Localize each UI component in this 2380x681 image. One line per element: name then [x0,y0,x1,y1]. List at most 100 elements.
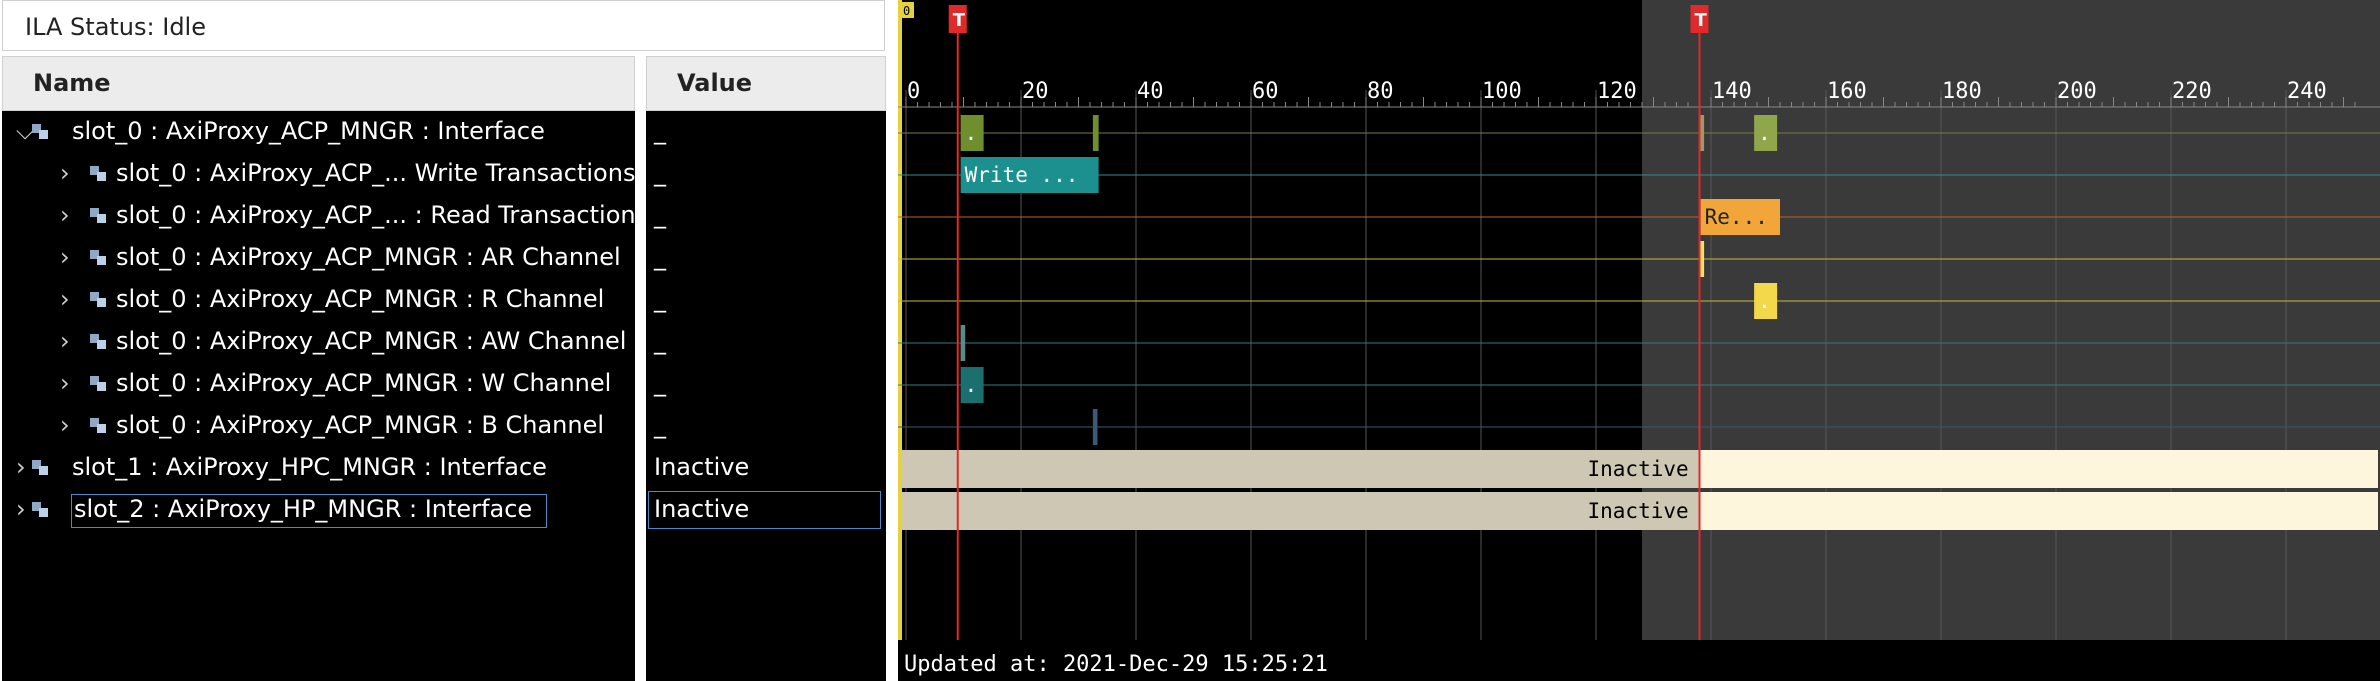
inactive-bar-post [1699,492,2378,530]
transaction-label: . [1758,121,1771,145]
time-tick-label: 100 [1482,79,1522,104]
time-tick-label: 0 [907,79,920,104]
interface-icon [90,250,108,266]
chevron-right-icon[interactable]: › [60,201,70,229]
value-cell: _ [646,363,886,405]
value-text: _ [654,117,666,145]
column-splitter[interactable] [635,56,646,681]
time-tick-label: 220 [2172,79,2212,104]
tree-row-label: slot_0 : AxiProxy_ACP_MNGR : AW Channel [116,327,627,355]
origin-strip [898,0,902,640]
ila-status-text: ILA Status: Idle [25,13,206,41]
value-cell: _ [646,405,886,447]
time-tick-label: 160 [1827,79,1867,104]
tree-row-label: slot_0 : AxiProxy_ACP_... Write Transact… [116,159,635,187]
name-column-header[interactable]: Name [2,56,635,111]
name-column-label: Name [33,69,111,97]
time-tick-label: 200 [2057,79,2097,104]
interface-icon [90,292,108,308]
interface-icon [90,334,108,350]
tree-row[interactable]: › slot_0 : AxiProxy_ACP_MNGR : R Channel [2,279,635,321]
chevron-right-icon[interactable]: › [16,495,26,523]
value-text: Inactive [654,495,750,523]
waveform-canvas[interactable]: 0 0 20 40 60 80 100 120 140 160 180 200 220 240. . Writ… [898,0,2380,681]
value-text: _ [654,369,666,397]
transaction-label: . [965,121,978,145]
tree-row[interactable]: › slot_1 : AxiProxy_HPC_MNGR : Interface [2,447,635,489]
tree-row-label: slot_0 : AxiProxy_ACP_MNGR : B Channel [116,411,605,439]
waveform-panel[interactable]: 0 0 20 40 60 80 100 120 140 160 180 200 220 240.. Writ… [898,0,2380,681]
trigger-marker-label: T [953,10,966,31]
interface-icon [32,460,50,476]
chevron-right-icon[interactable]: › [60,159,70,187]
ila-status-bar: ILA Status: Idle [2,0,885,51]
transaction-label: . [1758,289,1771,313]
value-column-header[interactable]: Value [646,56,886,111]
signal-values: _ _ _ _ _ _ _ _ Inactive Inactive [646,111,886,681]
transaction-bar [1092,409,1098,445]
tree-row-label: slot_0 : AxiProxy_ACP_MNGR : AR Channel [116,243,621,271]
value-cell: _ [646,237,886,279]
time-tick-label: 40 [1137,79,1164,104]
tree-row[interactable]: › slot_2 : AxiProxy_HP_MNGR : Interface [2,489,635,531]
time-tick-label: 80 [1367,79,1394,104]
signal-panel: ILA Status: Idle Name Value ⌵ slot_0 : Ax… [0,0,890,681]
value-cell: _ [646,195,886,237]
value-cell: _ [646,279,886,321]
time-tick-label: 120 [1597,79,1637,104]
value-text: _ [654,243,666,271]
tree-row-label: slot_0 : AxiProxy_ACP_MNGR : Interface [72,117,545,145]
value-column-label: Value [677,69,753,97]
tree-row-label: slot_0 : AxiProxy_ACP_MNGR : R Channel [116,285,605,313]
tree-row[interactable]: › slot_0 : AxiProxy_ACP_MNGR : AR Channel [2,237,635,279]
chevron-right-icon[interactable]: › [16,453,26,481]
interface-icon [32,502,50,518]
tree-row-label: slot_0 : AxiProxy_ACP_MNGR : W Channel [116,369,612,397]
post-trigger-shade [1642,0,2380,640]
tree-row-label: slot_0 : AxiProxy_ACP_... : Read Transac… [116,201,635,229]
tree-row[interactable]: › slot_0 : AxiProxy_ACP_... Write Transac… [2,153,635,195]
tree-row[interactable]: › slot_0 : AxiProxy_ACP_MNGR : W Channel [2,363,635,405]
interface-icon [90,376,108,392]
tree-row[interactable]: › slot_0 : AxiProxy_ACP_MNGR : B Channel [2,405,635,447]
inactive-bar-post [1699,450,2378,488]
interface-icon [32,124,50,140]
updated-timestamp: Updated at: 2021-Dec-29 15:25:21 [904,652,1328,677]
value-cell: Inactive [646,447,886,489]
tree-row-label: slot_1 : AxiProxy_HPC_MNGR : Interface [72,453,547,481]
interface-icon [90,418,108,434]
chevron-right-icon[interactable]: › [60,369,70,397]
value-cell: _ [646,111,886,153]
value-cell: _ [646,321,886,363]
inactive-bar [901,492,1700,530]
value-text: _ [654,201,666,229]
value-text: _ [654,159,666,187]
time-tick-label: 240 [2287,79,2327,104]
chevron-right-icon[interactable]: › [60,411,70,439]
transaction-label: Write ... [965,163,1079,187]
value-text: _ [654,285,666,313]
inactive-label: Inactive [1588,499,1689,523]
transaction-bar [1092,115,1099,151]
chevron-right-icon[interactable]: › [60,327,70,355]
tree-row-label: slot_2 : AxiProxy_HP_MNGR : Interface [70,494,548,528]
chevron-right-icon[interactable]: › [60,243,70,271]
value-text: _ [654,327,666,355]
inactive-bar [901,450,1700,488]
value-cell: _ [646,153,886,195]
tree-row[interactable]: › slot_0 : AxiProxy_ACP_... : Read Transa… [2,195,635,237]
transaction-label: Re... [1705,205,1768,229]
transaction-label: . [965,373,978,397]
tree-row[interactable]: › slot_0 : AxiProxy_ACP_MNGR : AW Channel [2,321,635,363]
value-text: Inactive [654,453,750,481]
chevron-right-icon[interactable]: › [60,285,70,313]
time-tick-label: 180 [1942,79,1982,104]
interface-icon [90,208,108,224]
interface-icon [90,166,108,182]
origin-marker-label: 0 [903,4,910,18]
inactive-label: Inactive [1588,457,1689,481]
tree-row[interactable]: ⌵ slot_0 : AxiProxy_ACP_MNGR : Interface [2,111,635,153]
value-cell: Inactive [646,489,886,531]
trigger-marker-label: T [1695,10,1708,31]
time-tick-label: 60 [1252,79,1279,104]
